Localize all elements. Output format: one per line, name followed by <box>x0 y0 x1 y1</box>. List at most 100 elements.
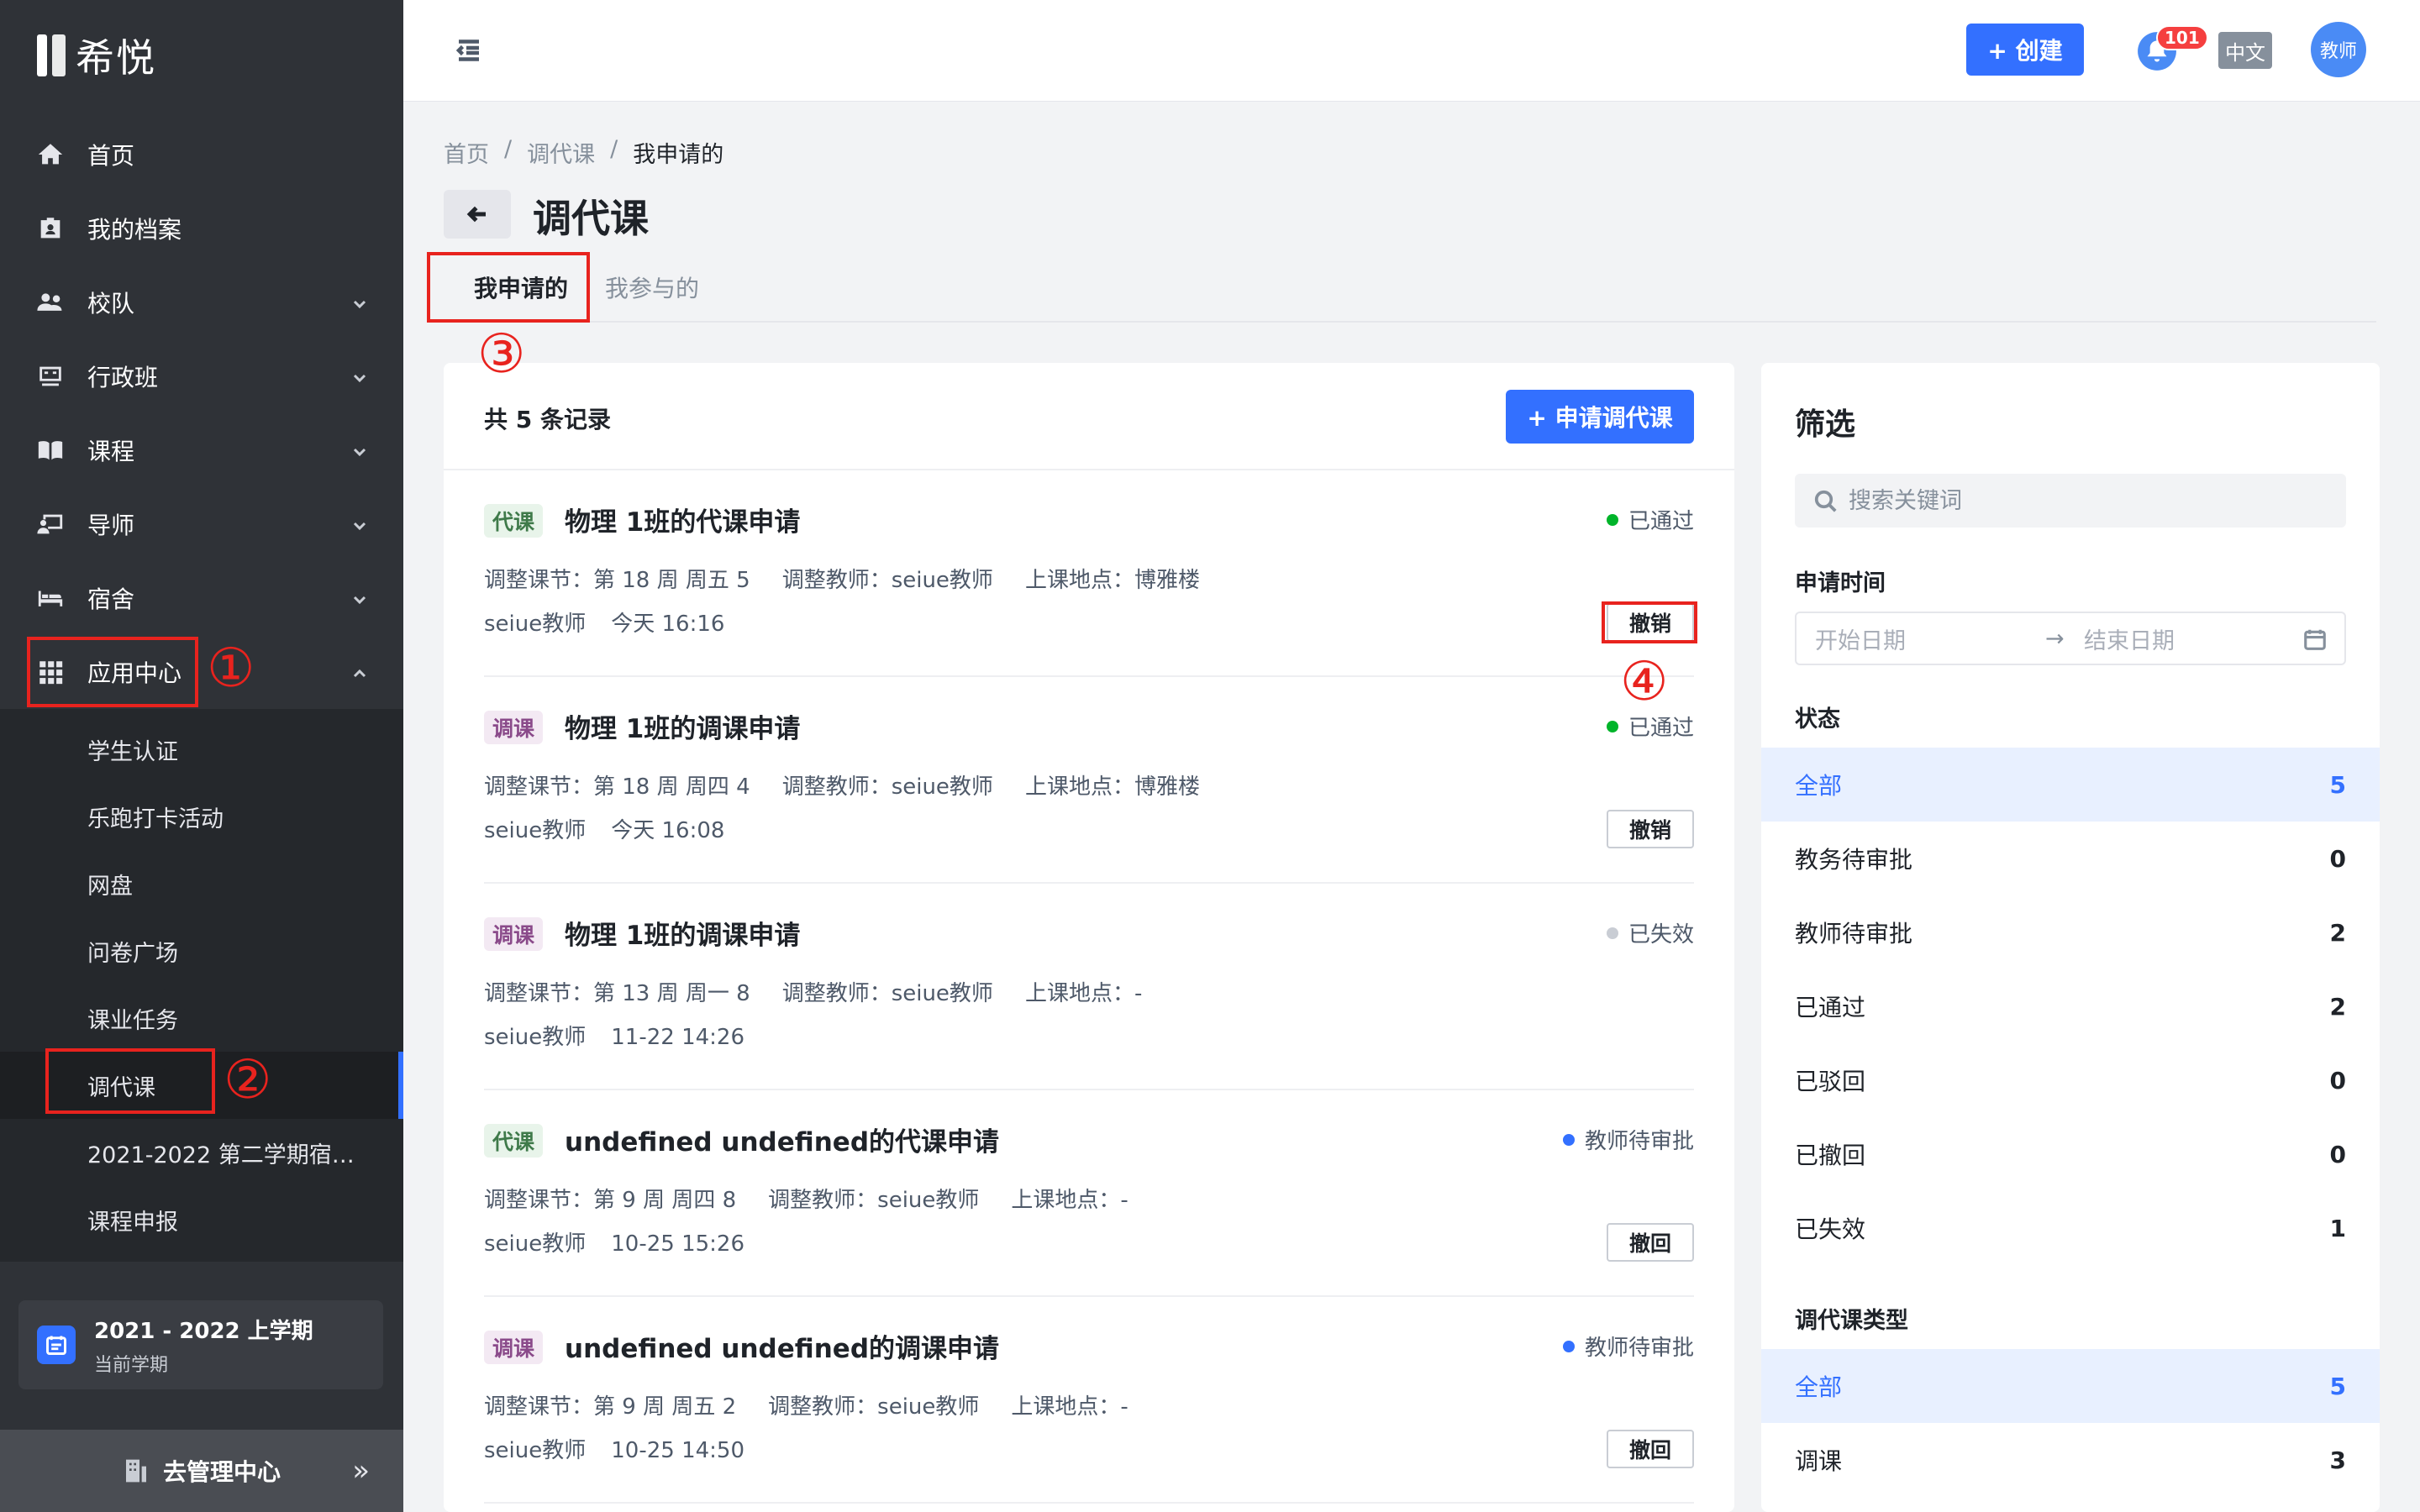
status-option-academic-pending[interactable]: 教务待审批 0 <box>1761 822 2380 895</box>
option-label: 全部 <box>1795 1373 1843 1401</box>
current-term-card[interactable]: 2021 - 2022 上学期 当前学期 <box>18 1300 383 1389</box>
list-item[interactable]: 代课 物理 1班的代课申请 已通过 调整课节：第 18 周 周五 5 调整教师：s… <box>484 470 1694 677</box>
lesson-text: 调整课节：第 18 周 周四 4 <box>484 774 750 800</box>
teacher-text: 调整教师：seiue教师 <box>781 568 993 593</box>
teacher-text: 调整教师：seiue教师 <box>781 981 993 1006</box>
record-title[interactable]: 物理 1班的代课申请 <box>565 501 800 538</box>
chevron-down-icon <box>350 514 370 534</box>
type-tag: 调课 <box>484 1331 544 1364</box>
option-count: 0 <box>2329 844 2346 873</box>
submenu-item-label: 2021-2022 第二学期宿舍... <box>87 1142 365 1168</box>
app-logo[interactable]: 希悦 <box>37 32 156 81</box>
breadcrumb-substitution[interactable]: 调代课 <box>527 136 595 169</box>
building-icon <box>125 1459 146 1483</box>
sidebar-item-team[interactable]: 校队 <box>0 265 403 339</box>
team-icon <box>35 287 66 318</box>
start-date-field[interactable]: 开始日期 <box>1815 622 1906 655</box>
location-text: 上课地点：博雅楼 <box>1024 568 1200 593</box>
sidebar-item-label: 课程 <box>87 438 135 465</box>
lesson-text: 调整课节：第 13 周 周一 8 <box>484 981 750 1006</box>
submenu-item-drive[interactable]: 网盘 <box>0 850 403 917</box>
sidebar-item-label: 首页 <box>87 142 135 170</box>
breadcrumb-separator: / <box>610 136 618 162</box>
status-option-withdrawn[interactable]: 已撤回 0 <box>1761 1117 2380 1191</box>
submenu-item-student-auth[interactable]: 学生认证 <box>0 716 403 783</box>
revoke-button[interactable]: 撤销 <box>1607 810 1694 848</box>
sidebar-item-home[interactable]: 首页 <box>0 118 403 192</box>
status-badge: 已通过 <box>1606 504 1694 535</box>
user-avatar[interactable]: 教师 <box>2311 22 2366 77</box>
submenu-item-homework[interactable]: 课业任务 <box>0 984 403 1052</box>
record-title[interactable]: undefined undefined的调课申请 <box>565 1327 999 1365</box>
type-option-swap[interactable]: 调课 3 <box>1761 1423 2380 1497</box>
end-date-field[interactable]: 结束日期 <box>2084 622 2175 655</box>
sidebar-item-profile[interactable]: 我的档案 <box>0 192 403 265</box>
status-option-all[interactable]: 全部 5 <box>1761 748 2380 822</box>
status-dot <box>1606 720 1618 732</box>
arrow-left-icon <box>466 206 486 223</box>
lesson-text: 调整课节：第 9 周 周四 8 <box>484 1188 737 1213</box>
option-label: 已撤回 <box>1795 1142 1866 1169</box>
collapse-sidebar-icon[interactable] <box>454 35 484 66</box>
language-switch[interactable]: 中文 <box>2218 32 2272 69</box>
breadcrumb-separator: / <box>504 136 513 162</box>
search-input[interactable] <box>1849 487 2319 514</box>
breadcrumb-current: 我申请的 <box>633 142 724 168</box>
withdraw-button[interactable]: 撤回 <box>1607 1430 1694 1468</box>
record-title[interactable]: undefined undefined的代课申请 <box>565 1121 999 1158</box>
submenu-item-survey[interactable]: 问卷广场 <box>0 917 403 984</box>
lesson-text: 调整课节：第 9 周 周五 2 <box>484 1394 737 1420</box>
status-badge: 已失效 <box>1606 917 1694 948</box>
status-badge: 教师待审批 <box>1562 1124 1694 1155</box>
apply-substitution-button[interactable]: + 申请调代课 <box>1506 390 1694 444</box>
status-dot <box>1562 1340 1575 1352</box>
type-option-all[interactable]: 全部 5 <box>1761 1349 2380 1423</box>
tab-my-participation[interactable]: 我参与的 <box>605 252 699 323</box>
list-item[interactable]: 代课 undefined undefined的代课申请 教师待审批 调整课节：第… <box>484 1090 1694 1297</box>
status-text: 已通过 <box>1628 716 1694 741</box>
list-item[interactable]: 调课 物理 1班的调课申请 已通过 调整课节：第 18 周 周四 4 调整教师：s… <box>484 677 1694 884</box>
admin-center-link[interactable]: 去管理中心 » <box>0 1430 403 1512</box>
submenu-item-running[interactable]: 乐跑打卡活动 <box>0 783 403 850</box>
term-subtitle: 当前学期 <box>94 1354 169 1376</box>
term-text: 2021 - 2022 上学期 当前学期 <box>94 1314 313 1377</box>
sidebar-item-course[interactable]: 课程 <box>0 413 403 487</box>
status-option-teacher-pending[interactable]: 教师待审批 2 <box>1761 895 2380 969</box>
submenu-item-course-apply[interactable]: 课程申报 <box>0 1186 403 1253</box>
status-option-approved[interactable]: 已通过 2 <box>1761 969 2380 1043</box>
record-title[interactable]: 物理 1班的调课申请 <box>565 707 800 745</box>
submenu-item-substitution[interactable]: 调代课 <box>0 1052 403 1119</box>
status-option-expired[interactable]: 已失效 1 <box>1761 1191 2380 1265</box>
status-option-rejected[interactable]: 已驳回 0 <box>1761 1043 2380 1117</box>
records-panel: 共 5 条记录 + 申请调代课 代课 物理 1班的代课申请 已通过 调整课节：第… <box>444 363 1734 1512</box>
record-title[interactable]: 物理 1班的调课申请 <box>565 914 800 952</box>
sidebar-item-class[interactable]: 行政班 <box>0 339 403 413</box>
sidebar-item-mentor[interactable]: 导师 <box>0 487 403 561</box>
revoke-button[interactable]: 撤销 <box>1607 603 1694 642</box>
status-section-label: 状态 <box>1795 706 1840 732</box>
record-meta: 调整课节：第 18 周 周四 4 调整教师：seiue教师 上课地点：博雅楼 <box>484 769 1232 801</box>
back-button[interactable] <box>444 190 511 239</box>
profile-icon <box>35 213 66 244</box>
tab-my-applications[interactable]: 我申请的 <box>474 252 568 323</box>
option-label: 调课 <box>1795 1447 1843 1475</box>
list-item[interactable]: 调课 undefined undefined的调课申请 教师待审批 调整课节：第… <box>484 1297 1694 1504</box>
status-text: 教师待审批 <box>1584 1336 1694 1361</box>
search-field <box>1795 474 2346 528</box>
sidebar-item-label: 宿舍 <box>87 585 135 613</box>
sidebar-item-dorm[interactable]: 宿舍 <box>0 561 403 635</box>
breadcrumb-home[interactable]: 首页 <box>444 136 489 169</box>
time-text: 10-25 15:26 <box>611 1231 744 1257</box>
list-item[interactable]: 调课 物理 1班的调课申请 已失效 调整课节：第 13 周 周一 8 调整教师：s… <box>484 884 1694 1090</box>
location-text: 上课地点：博雅楼 <box>1024 774 1200 800</box>
sidebar-item-app-center[interactable]: 应用中心 <box>0 635 403 709</box>
type-section-label: 调代课类型 <box>1795 1308 1908 1334</box>
create-button[interactable]: + 创建 <box>1966 24 2084 76</box>
withdraw-button[interactable]: 撤回 <box>1607 1223 1694 1262</box>
notification-count-badge: 101 <box>2156 25 2208 50</box>
notification-bell[interactable]: 101 <box>2136 25 2208 74</box>
submenu-item-dorm-term[interactable]: 2021-2022 第二学期宿舍... <box>0 1119 403 1186</box>
date-range-picker[interactable]: 开始日期 → 结束日期 <box>1795 612 2346 665</box>
time-text: 11-22 14:26 <box>611 1025 744 1050</box>
option-count: 5 <box>2329 1372 2346 1400</box>
